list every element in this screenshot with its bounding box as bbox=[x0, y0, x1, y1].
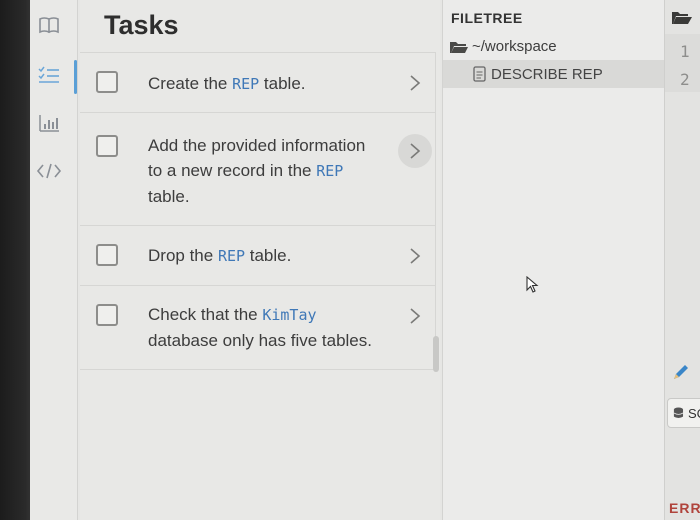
database-icon bbox=[673, 407, 684, 419]
line-number: 1 bbox=[680, 42, 690, 61]
task-item[interactable]: Create the REP table. bbox=[80, 53, 436, 113]
task-text: Drop the REP table. bbox=[148, 246, 292, 265]
line-number: 2 bbox=[680, 70, 690, 89]
file-label: DESCRIBE REP bbox=[491, 65, 603, 83]
file-icon bbox=[473, 66, 486, 82]
chevron-right-icon[interactable] bbox=[398, 299, 432, 333]
task-checkbox[interactable] bbox=[96, 71, 118, 93]
chevron-right-icon[interactable] bbox=[398, 239, 432, 273]
filetree-panel: FILETREE ~/workspace DESCRIBE REP bbox=[442, 0, 665, 520]
task-item[interactable]: Drop the REP table. bbox=[80, 226, 436, 286]
chart-icon[interactable] bbox=[36, 110, 62, 136]
chevron-right-icon[interactable] bbox=[398, 66, 432, 100]
panel-resize-handle[interactable] bbox=[433, 336, 439, 372]
error-tab-label[interactable]: ERR bbox=[669, 500, 700, 516]
folder-label: ~/workspace bbox=[472, 38, 557, 55]
pencil-icon[interactable] bbox=[671, 362, 691, 382]
code-icon[interactable] bbox=[36, 158, 62, 184]
run-sql-button[interactable]: SC bbox=[667, 398, 700, 428]
file-item[interactable]: DESCRIBE REP bbox=[443, 60, 665, 88]
folder-toggle-icon[interactable] bbox=[671, 10, 693, 26]
line-gutter: 1 2 bbox=[665, 34, 700, 92]
task-text: Check that the KimTay database only has … bbox=[148, 305, 372, 350]
active-indicator bbox=[74, 60, 77, 94]
task-item[interactable]: Add the provided information to a new re… bbox=[80, 113, 436, 226]
book-icon[interactable] bbox=[36, 12, 62, 38]
left-rail bbox=[30, 0, 78, 520]
filetree-title: FILETREE bbox=[451, 10, 523, 26]
task-list-icon[interactable] bbox=[36, 62, 62, 88]
task-checkbox[interactable] bbox=[96, 304, 118, 326]
editor-panel: 1 2 SC ERR bbox=[664, 0, 700, 520]
run-sql-label: SC bbox=[687, 405, 700, 421]
folder-item[interactable]: ~/workspace bbox=[449, 38, 557, 55]
task-checkbox[interactable] bbox=[96, 135, 118, 157]
panel-title: Tasks bbox=[104, 10, 179, 40]
task-text: Add the provided information to a new re… bbox=[148, 136, 366, 206]
task-text: Create the REP table. bbox=[148, 74, 306, 93]
mouse-pointer-icon bbox=[526, 275, 540, 299]
task-checkbox[interactable] bbox=[96, 244, 118, 266]
folder-open-icon bbox=[450, 41, 468, 53]
task-list: Create the REP table. Add the provided i… bbox=[80, 52, 436, 370]
chevron-right-icon[interactable] bbox=[398, 134, 432, 168]
task-item[interactable]: Check that the KimTay database only has … bbox=[80, 286, 436, 370]
tasks-panel: Tasks Create the REP table. Add the prov… bbox=[80, 0, 440, 520]
